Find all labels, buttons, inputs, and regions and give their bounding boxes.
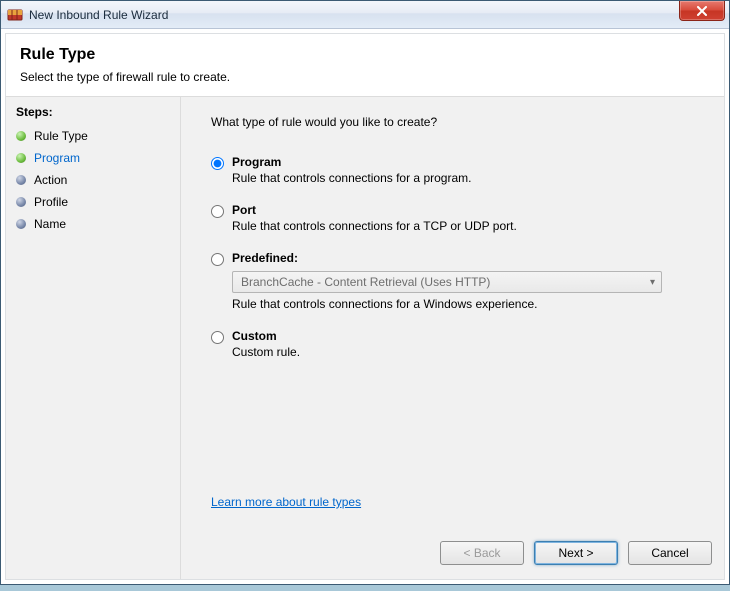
step-label: Rule Type — [34, 129, 88, 143]
step-program[interactable]: Program — [12, 147, 174, 169]
option-title: Custom — [232, 329, 700, 343]
learn-more-link[interactable]: Learn more about rule types — [211, 495, 361, 509]
option-predefined[interactable]: Predefined: BranchCache - Content Retrie… — [211, 251, 700, 311]
option-title: Port — [232, 203, 700, 217]
option-desc: Custom rule. — [232, 345, 700, 359]
button-row: < Back Next > Cancel — [440, 541, 712, 565]
steps-heading: Steps: — [16, 105, 174, 119]
step-profile[interactable]: Profile — [12, 191, 174, 213]
page-subtitle: Select the type of firewall rule to crea… — [20, 70, 710, 84]
option-title: Predefined: — [232, 251, 700, 265]
radio-predefined[interactable] — [211, 253, 224, 266]
prompt-text: What type of rule would you like to crea… — [211, 115, 700, 129]
step-bullet-icon — [16, 153, 26, 163]
option-port[interactable]: Port Rule that controls connections for … — [211, 203, 700, 233]
dropdown-value: BranchCache - Content Retrieval (Uses HT… — [241, 275, 490, 289]
step-bullet-icon — [16, 131, 26, 141]
radio-custom[interactable] — [211, 331, 224, 344]
cancel-button[interactable]: Cancel — [628, 541, 712, 565]
app-icon — [7, 7, 23, 23]
chevron-down-icon: ▾ — [650, 277, 655, 288]
page-title: Rule Type — [20, 46, 710, 64]
step-label: Action — [34, 173, 67, 187]
step-bullet-icon — [16, 219, 26, 229]
steps-panel: Steps: Rule Type Program Action Profile — [6, 97, 181, 579]
titlebar[interactable]: New Inbound Rule Wizard — [1, 1, 729, 29]
step-bullet-icon — [16, 175, 26, 185]
step-label: Name — [34, 217, 66, 231]
radio-port[interactable] — [211, 205, 224, 218]
step-label: Program — [34, 151, 80, 165]
option-desc: Rule that controls connections for a TCP… — [232, 219, 700, 233]
header: Rule Type Select the type of firewall ru… — [6, 34, 724, 92]
close-button[interactable] — [679, 1, 725, 21]
step-rule-type[interactable]: Rule Type — [12, 125, 174, 147]
back-button[interactable]: < Back — [440, 541, 524, 565]
step-label: Profile — [34, 195, 68, 209]
predefined-dropdown[interactable]: BranchCache - Content Retrieval (Uses HT… — [232, 271, 662, 293]
step-bullet-icon — [16, 197, 26, 207]
option-title: Program — [232, 155, 700, 169]
main-panel: What type of rule would you like to crea… — [181, 97, 724, 579]
window-title: New Inbound Rule Wizard — [29, 8, 168, 22]
radio-program[interactable] — [211, 157, 224, 170]
option-desc: Rule that controls connections for a pro… — [232, 171, 700, 185]
step-name[interactable]: Name — [12, 213, 174, 235]
next-button[interactable]: Next > — [534, 541, 618, 565]
step-action[interactable]: Action — [12, 169, 174, 191]
option-desc: Rule that controls connections for a Win… — [232, 297, 700, 311]
wizard-window: New Inbound Rule Wizard Rule Type Select… — [0, 0, 730, 585]
option-custom[interactable]: Custom Custom rule. — [211, 329, 700, 359]
option-program[interactable]: Program Rule that controls connections f… — [211, 155, 700, 185]
content: Rule Type Select the type of firewall ru… — [1, 29, 729, 584]
